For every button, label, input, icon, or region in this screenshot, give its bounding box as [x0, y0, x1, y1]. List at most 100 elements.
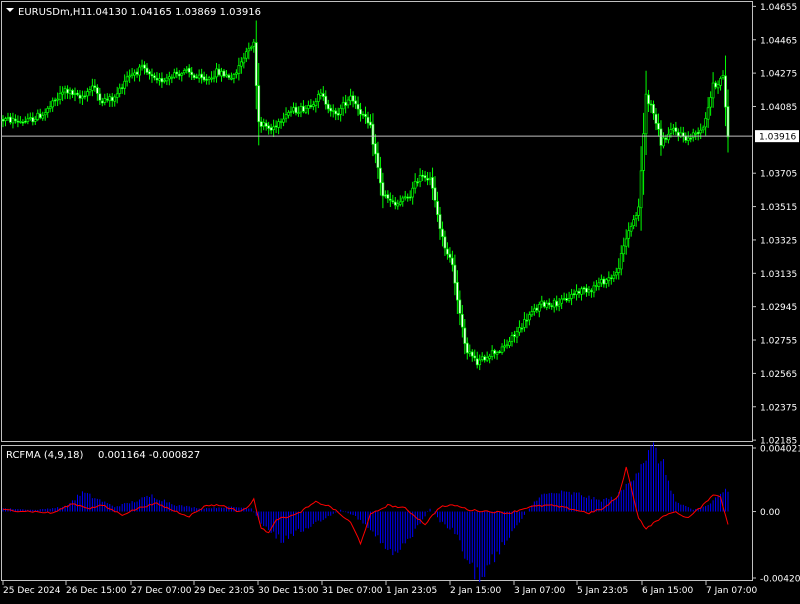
candle-down	[461, 314, 463, 327]
candle-up	[44, 113, 46, 115]
candle-up	[7, 118, 9, 119]
candle-down	[196, 77, 198, 78]
price-axis-label: 1.02375	[760, 403, 797, 413]
trading-chart[interactable]: 1.046551.044651.042751.040851.037051.035…	[0, 0, 800, 600]
candle-down	[578, 291, 580, 293]
candle-down	[255, 43, 257, 86]
candle-down	[471, 352, 473, 356]
candle-down	[585, 288, 587, 292]
candle-up	[173, 73, 175, 77]
candle-up	[62, 92, 64, 94]
candle-up	[645, 94, 647, 134]
candle-up	[292, 108, 294, 111]
candle-up	[516, 332, 518, 338]
candle-up	[710, 97, 712, 107]
candle-down	[362, 114, 364, 115]
price-axis-label: 1.04655	[760, 3, 797, 13]
candle-down	[566, 299, 568, 301]
candle-up	[248, 49, 250, 51]
candle-up	[347, 100, 349, 105]
candle-down	[417, 182, 419, 183]
candle-down	[451, 258, 453, 265]
candle-up	[283, 119, 285, 122]
candle-up	[486, 357, 488, 360]
candle-down	[144, 65, 146, 68]
candle-down	[454, 265, 456, 283]
candle-up	[581, 289, 583, 295]
candle-down	[444, 237, 446, 248]
candle-up	[186, 69, 188, 70]
candle-up	[243, 58, 245, 63]
candle-up	[541, 301, 543, 304]
candle-up	[531, 312, 533, 315]
candle-up	[593, 286, 595, 292]
candle-up	[350, 96, 352, 101]
candle-down	[441, 229, 443, 236]
candle-down	[655, 114, 657, 123]
candle-down	[178, 74, 180, 76]
candle-up	[717, 85, 719, 88]
candle-down	[389, 199, 391, 200]
time-axis-label: 29 Dec 23:05	[194, 586, 255, 596]
candle-up	[600, 279, 602, 283]
chart-canvas[interactable]: 1.046551.044651.042751.040851.037051.035…	[0, 0, 800, 600]
candle-down	[330, 108, 332, 111]
candle-up	[114, 97, 116, 101]
candle-down	[650, 104, 652, 105]
candle-up	[300, 106, 302, 112]
candle-down	[268, 126, 270, 129]
candle-up	[307, 106, 309, 109]
candle-up	[29, 118, 31, 119]
candle-up	[220, 71, 222, 76]
candle-up	[69, 90, 71, 93]
price-axis-label: 1.04275	[760, 70, 797, 80]
candle-down	[459, 300, 461, 313]
candle-down	[355, 101, 357, 104]
time-axis-label: 2 Jan 15:00	[450, 586, 502, 596]
candle-down	[337, 113, 339, 115]
candle-down	[161, 78, 163, 82]
candle-up	[538, 304, 540, 311]
candle-down	[727, 107, 729, 137]
candle-up	[166, 78, 168, 81]
candle-down	[394, 202, 396, 205]
candle-down	[513, 335, 515, 337]
indicator-axis-label: 0.00	[760, 508, 780, 518]
candle-up	[119, 88, 121, 93]
candle-up	[290, 111, 292, 112]
candle-down	[379, 168, 381, 183]
candle-down	[32, 118, 34, 122]
symbol-label: EURUSDm,H1	[18, 7, 87, 18]
candle-down	[295, 107, 297, 113]
candle-down	[407, 197, 409, 198]
candle-down	[464, 328, 466, 343]
candle-down	[677, 132, 679, 136]
candle-down	[526, 320, 528, 321]
candle-up	[707, 108, 709, 119]
candle-up	[86, 92, 88, 96]
candle-up	[42, 115, 44, 118]
candle-down	[322, 94, 324, 97]
price-axis-label: 1.02945	[760, 303, 797, 313]
candle-down	[2, 119, 4, 121]
candle-up	[285, 115, 287, 119]
indicator-axis-label: 0.004021	[760, 445, 800, 455]
price-axis-label: 1.02565	[760, 370, 797, 380]
candle-down	[188, 68, 190, 72]
candle-up	[280, 122, 282, 123]
candle-down	[449, 254, 451, 257]
candle-down	[345, 102, 347, 105]
candle-up	[625, 239, 627, 246]
candle-up	[638, 207, 640, 215]
candle-up	[57, 99, 59, 100]
candle-up	[342, 103, 344, 109]
candle-down	[536, 308, 538, 310]
candle-up	[518, 327, 520, 332]
candle-up	[672, 128, 674, 130]
candle-down	[260, 122, 262, 127]
candle-up	[491, 351, 493, 357]
candle-up	[509, 342, 511, 346]
candle-down	[377, 153, 379, 167]
candle-up	[546, 303, 548, 307]
candle-up	[198, 75, 200, 78]
